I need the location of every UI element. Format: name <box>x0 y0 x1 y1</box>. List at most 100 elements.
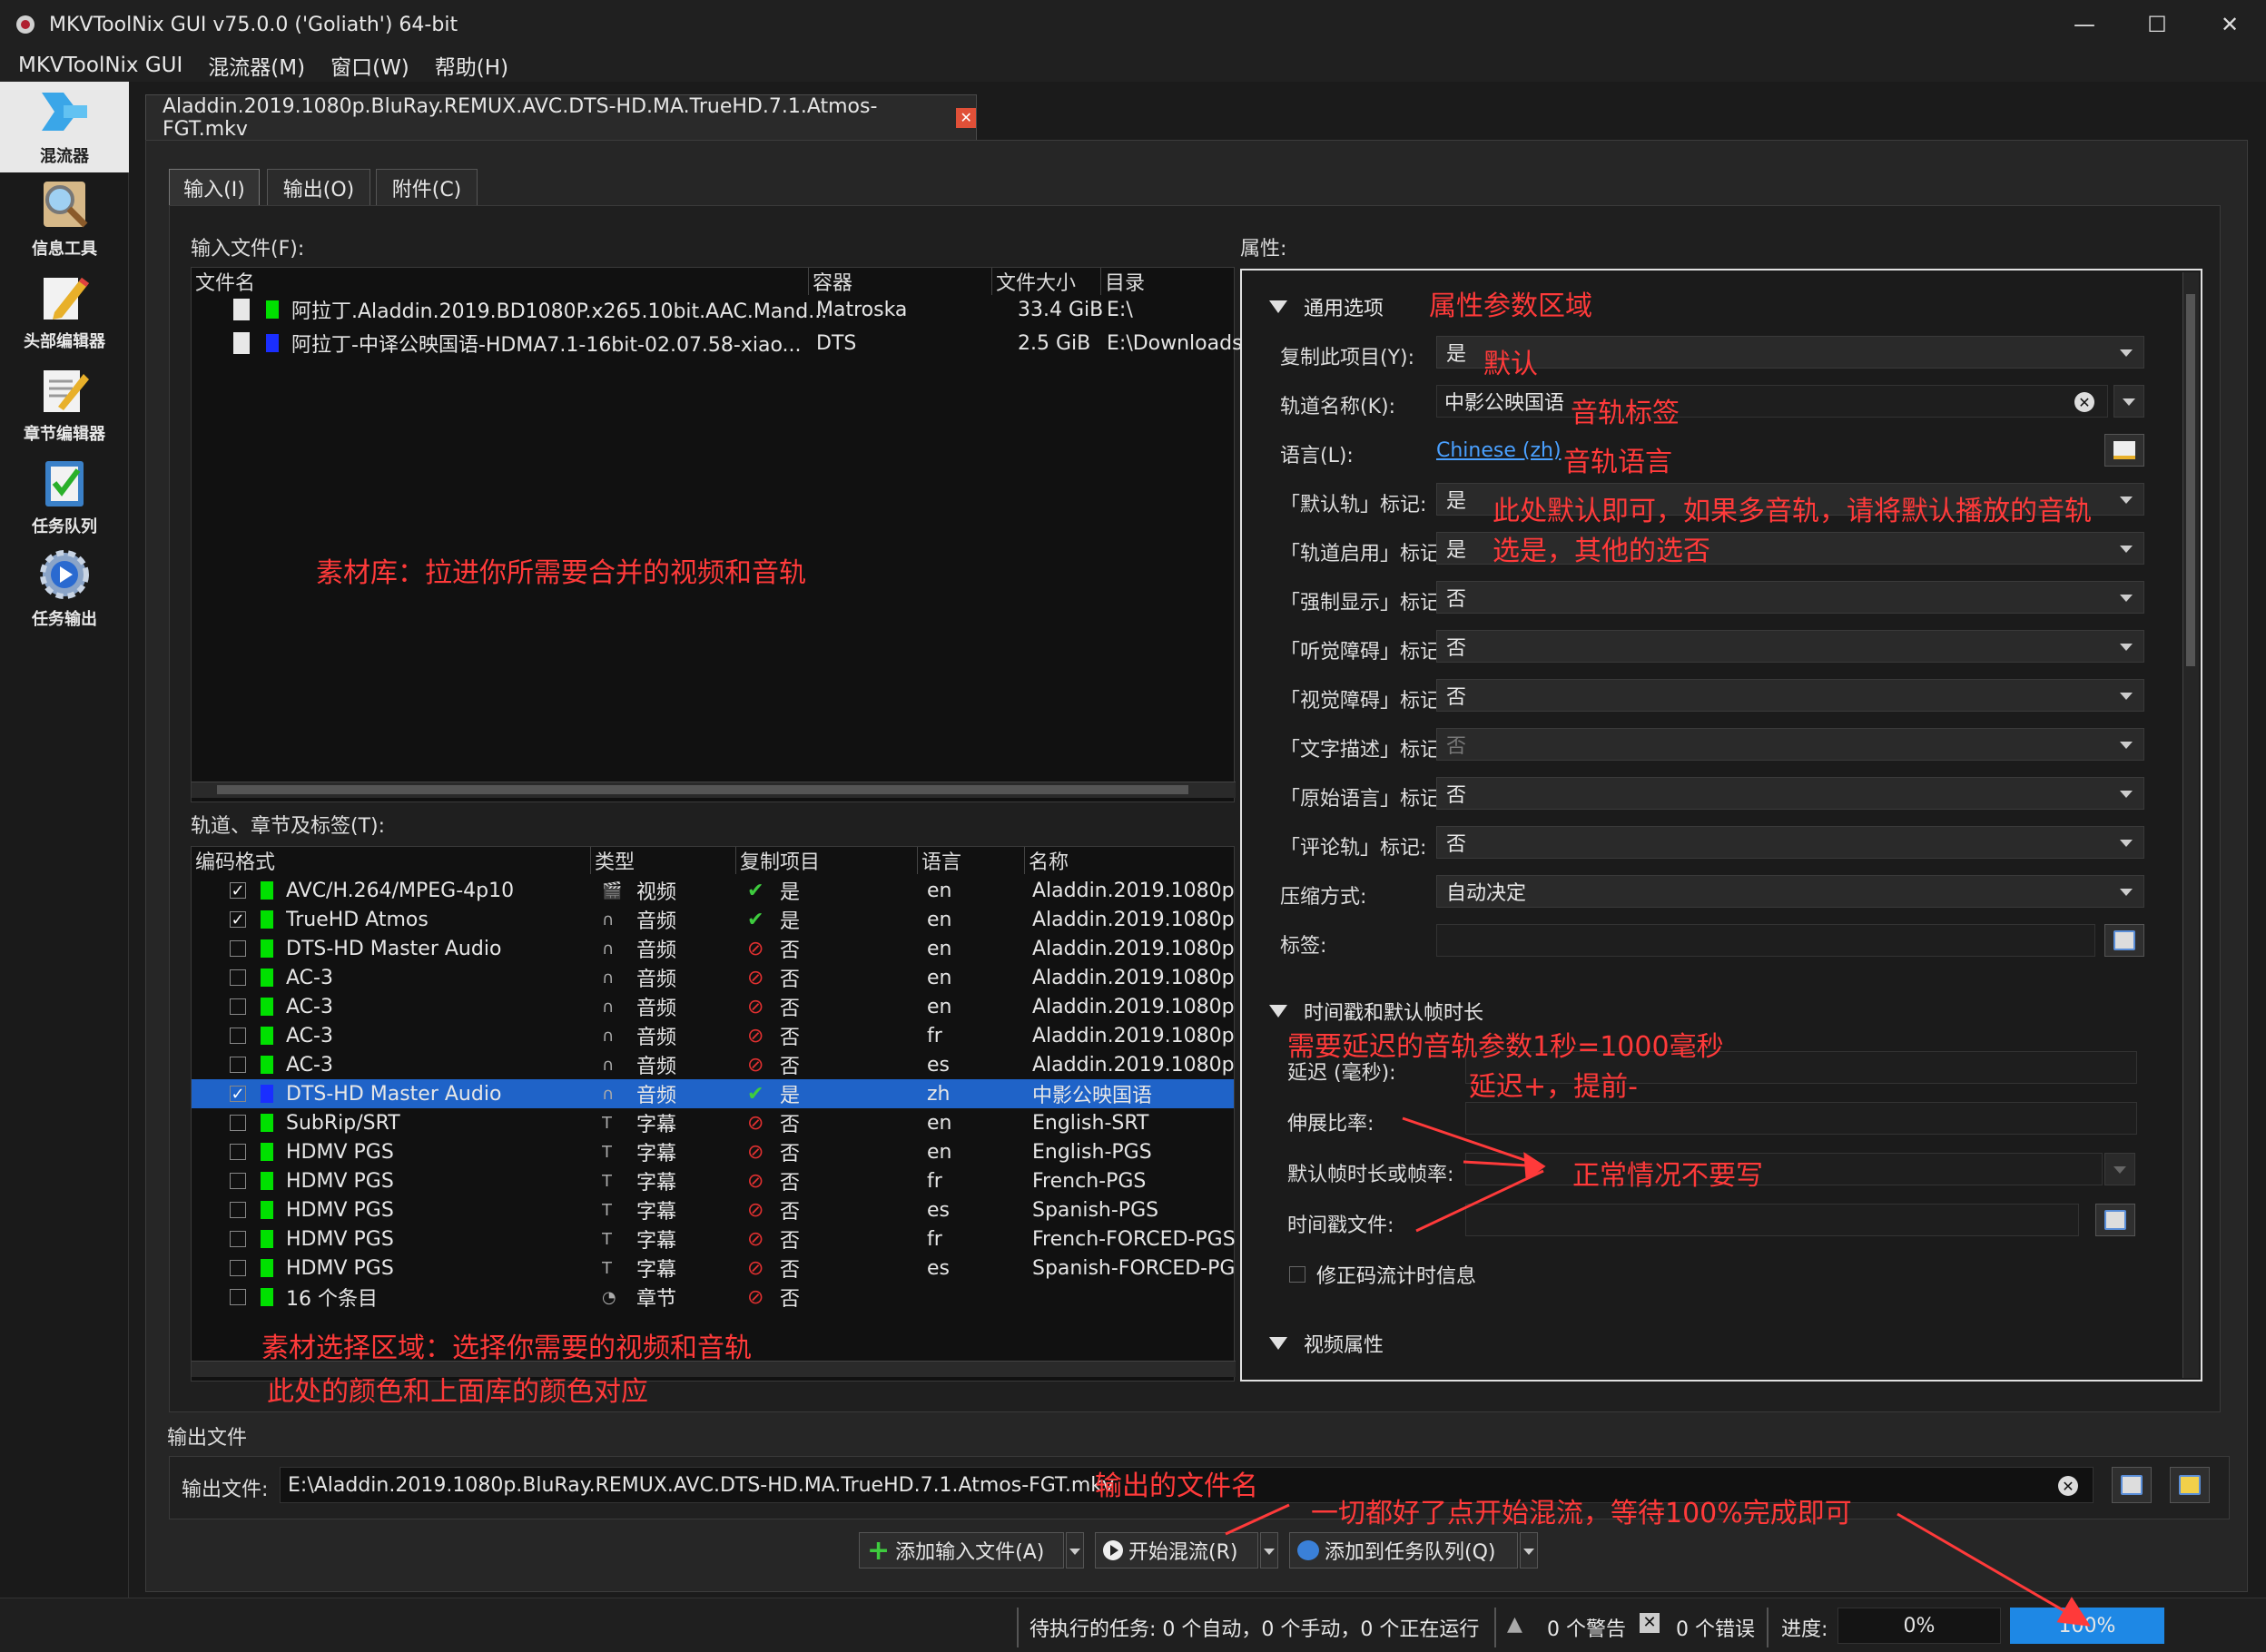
track-row[interactable]: ✓ TrueHD Atmos ∩ 音频 ✔ 是 en Aladdin.2019.1080p.B <box>192 905 1236 934</box>
errors-count[interactable]: 0 个错误 <box>1676 1613 1755 1642</box>
timing-input[interactable] <box>1465 1153 2103 1185</box>
video-properties-section[interactable]: 视频属性 <box>1269 1329 1384 1358</box>
pending-jobs[interactable]: 待执行的任务: 0 个自动，0 个手动，0 个正在运行 <box>1030 1613 1479 1642</box>
input-files-hscroll[interactable] <box>192 782 1236 798</box>
track-checkbox[interactable] <box>230 969 246 986</box>
track-checkbox[interactable] <box>230 1173 246 1189</box>
sidebar-item-info[interactable]: 信息工具 <box>0 174 129 265</box>
file-row[interactable]: 阿拉丁.Aladdin.2019.BD1080P.x265.10bit.AAC.… <box>192 295 1234 324</box>
track-checkbox[interactable] <box>230 1115 246 1131</box>
hscroll-thumb[interactable] <box>217 785 1188 794</box>
tab-output[interactable]: 输出(O) <box>267 169 370 205</box>
menu-mkvtoolnix[interactable]: MKVToolNix GUI <box>18 54 182 77</box>
close-tab-icon[interactable]: ✕ <box>956 107 976 128</box>
track-checkbox[interactable]: ✓ <box>230 1086 246 1102</box>
track-checkbox[interactable] <box>230 1057 246 1073</box>
browse-tags-button[interactable] <box>2104 924 2144 957</box>
property-combo[interactable]: 否 <box>1436 826 2144 859</box>
maximize-button[interactable]: ☐ <box>2121 0 2193 49</box>
tags-input[interactable] <box>1436 924 2095 957</box>
add-input-button[interactable]: + 添加输入文件(A) <box>859 1532 1064 1568</box>
col-type[interactable]: 类型 <box>591 847 736 874</box>
sidebar-item-job-queue[interactable]: 任务队列 <box>0 452 129 543</box>
track-row[interactable]: HDMV PGS T 字幕 ⊘ 否 fr French-PGS <box>192 1166 1234 1195</box>
track-checkbox[interactable] <box>230 940 246 957</box>
clear-icon[interactable]: ✕ <box>2074 392 2094 412</box>
recent-output-button[interactable] <box>2170 1467 2210 1503</box>
input-files-list[interactable]: 文件名 容器 文件大小 目录 阿拉丁.Aladdin.2019.BD1080P.… <box>191 267 1243 802</box>
track-row[interactable]: AC-3 ∩ 音频 ⊘ 否 en Aladdin.2019.1080p.B <box>192 992 1236 1021</box>
timing-input[interactable] <box>1465 1204 2079 1236</box>
track-row[interactable]: AC-3 ∩ 音频 ⊘ 否 en Aladdin.2019.1080p.B <box>192 963 1236 992</box>
minimize-button[interactable]: — <box>2048 0 2121 49</box>
menu-mux[interactable]: 混流器(M) <box>208 50 305 81</box>
vscroll-thumb[interactable] <box>2186 294 2195 666</box>
menu-window[interactable]: 窗口(W) <box>330 50 409 81</box>
track-checkbox[interactable] <box>230 1231 246 1247</box>
track-row[interactable]: DTS-HD Master Audio ∩ 音频 ⊘ 否 en Aladdin.2019.1… <box>192 934 1236 963</box>
track-checkbox[interactable]: ✓ <box>230 911 246 928</box>
track-name-dropdown[interactable] <box>2113 385 2144 418</box>
col-container[interactable]: 容器 <box>809 268 992 295</box>
property-combo[interactable]: 否 <box>1436 679 2144 712</box>
language-link[interactable]: Chinese (zh) <box>1436 439 1562 462</box>
sidebar-item-header-editor[interactable]: 头部编辑器 <box>0 267 129 358</box>
menu-help[interactable]: 帮助(H) <box>435 50 508 81</box>
tab-input[interactable]: 输入(I) <box>169 169 260 205</box>
close-button[interactable]: ✕ <box>2193 0 2266 49</box>
track-checkbox[interactable] <box>230 1289 246 1305</box>
add-to-queue-dropdown[interactable] <box>1520 1532 1538 1568</box>
property-combo[interactable]: 否 <box>1436 728 2144 761</box>
col-codec[interactable]: 编码格式 <box>192 847 591 874</box>
browse-output-button[interactable] <box>2112 1467 2152 1503</box>
tab-attachments[interactable]: 附件(C) <box>376 169 478 205</box>
track-checkbox[interactable] <box>230 1144 246 1160</box>
track-row[interactable]: ✓ AVC/H.264/MPEG-4p10 🎬 视频 ✔ 是 en Aladdin.2019.… <box>192 876 1236 905</box>
col-size[interactable]: 文件大小 <box>992 268 1101 295</box>
fix-bitstream-checkbox[interactable]: 修正码流计时信息 <box>1289 1260 1476 1289</box>
track-row[interactable]: ✓ DTS-HD Master Audio ∩ 音频 ✔ 是 zh 中影公映国语 <box>192 1079 1234 1108</box>
col-filename[interactable]: 文件名 <box>192 268 809 295</box>
property-combo[interactable]: 否 <box>1436 630 2144 663</box>
track-row[interactable]: SubRip/SRT T 字幕 ⊘ 否 en English-SRT <box>192 1108 1234 1137</box>
col-language[interactable]: 语言 <box>918 847 1025 874</box>
file-row[interactable]: 阿拉丁-中译公映国语-HDMA7.1-16bit-02.07.58-xiao..… <box>192 329 1243 358</box>
tracks-list[interactable]: 编码格式 类型 复制项目 语言 名称 ✓ AVC/H.264/MPEG-4p10 🎬… <box>191 846 1236 1382</box>
track-row[interactable]: AC-3 ∩ 音频 ⊘ 否 es Aladdin.2019.1080p.B <box>192 1050 1236 1079</box>
track-row[interactable]: 16 个条目 ◔ 章节 ⊘ 否 <box>192 1283 1234 1312</box>
track-name-input[interactable]: 中影公映国语 ✕ <box>1436 385 2108 418</box>
add-input-dropdown[interactable] <box>1066 1532 1084 1568</box>
start-mux-button[interactable]: 开始混流(R) <box>1095 1532 1258 1568</box>
track-checkbox[interactable] <box>230 1028 246 1044</box>
property-combo[interactable]: 否 <box>1436 777 2144 810</box>
browse-timestamps-button[interactable] <box>2095 1204 2135 1236</box>
col-copy[interactable]: 复制项目 <box>736 847 918 874</box>
start-mux-dropdown[interactable] <box>1260 1532 1278 1568</box>
sidebar-item-job-output[interactable]: 任务输出 <box>0 545 129 635</box>
warnings-count[interactable]: 0 个警告 <box>1547 1613 1626 1642</box>
property-combo[interactable]: 否 <box>1436 581 2144 614</box>
track-row[interactable]: HDMV PGS T 字幕 ⊘ 否 fr French-FORCED-PGS <box>192 1224 1236 1254</box>
track-checkbox[interactable] <box>230 998 246 1015</box>
frame-rate-dropdown[interactable] <box>2104 1153 2135 1185</box>
sidebar-item-chapter-editor[interactable]: 章节编辑器 <box>0 359 129 450</box>
edit-language-button[interactable] <box>2104 434 2144 467</box>
track-checkbox[interactable]: ✓ <box>230 882 246 899</box>
property-combo[interactable]: 是 <box>1436 336 2144 369</box>
track-checkbox[interactable] <box>230 1202 246 1218</box>
track-checkbox[interactable] <box>230 1260 246 1276</box>
add-to-queue-button[interactable]: 添加到任务队列(Q) <box>1289 1532 1518 1568</box>
track-row[interactable]: HDMV PGS T 字幕 ⊘ 否 en English-PGS <box>192 1137 1234 1166</box>
col-name[interactable]: 名称 <box>1025 847 1236 874</box>
sidebar-item-mux[interactable]: 混流器 <box>0 82 129 172</box>
col-directory[interactable]: 目录 <box>1101 268 1236 295</box>
property-combo[interactable]: 自动决定 <box>1436 875 2144 908</box>
file-tab[interactable]: Aladdin.2019.1080p.BluRay.REMUX.AVC.DTS-… <box>145 94 977 141</box>
general-options-section[interactable]: 通用选项 <box>1269 292 1384 321</box>
track-row[interactable]: HDMV PGS T 字幕 ⊘ 否 es Spanish-FORCED-PGS <box>192 1254 1236 1283</box>
timing-input[interactable] <box>1465 1102 2137 1135</box>
properties-vscroll[interactable] <box>2182 272 2199 1378</box>
clear-icon[interactable]: ✕ <box>2058 1476 2078 1496</box>
track-row[interactable]: HDMV PGS T 字幕 ⊘ 否 es Spanish-PGS <box>192 1195 1234 1224</box>
timing-section[interactable]: 时间戳和默认帧时长 <box>1269 997 1483 1026</box>
